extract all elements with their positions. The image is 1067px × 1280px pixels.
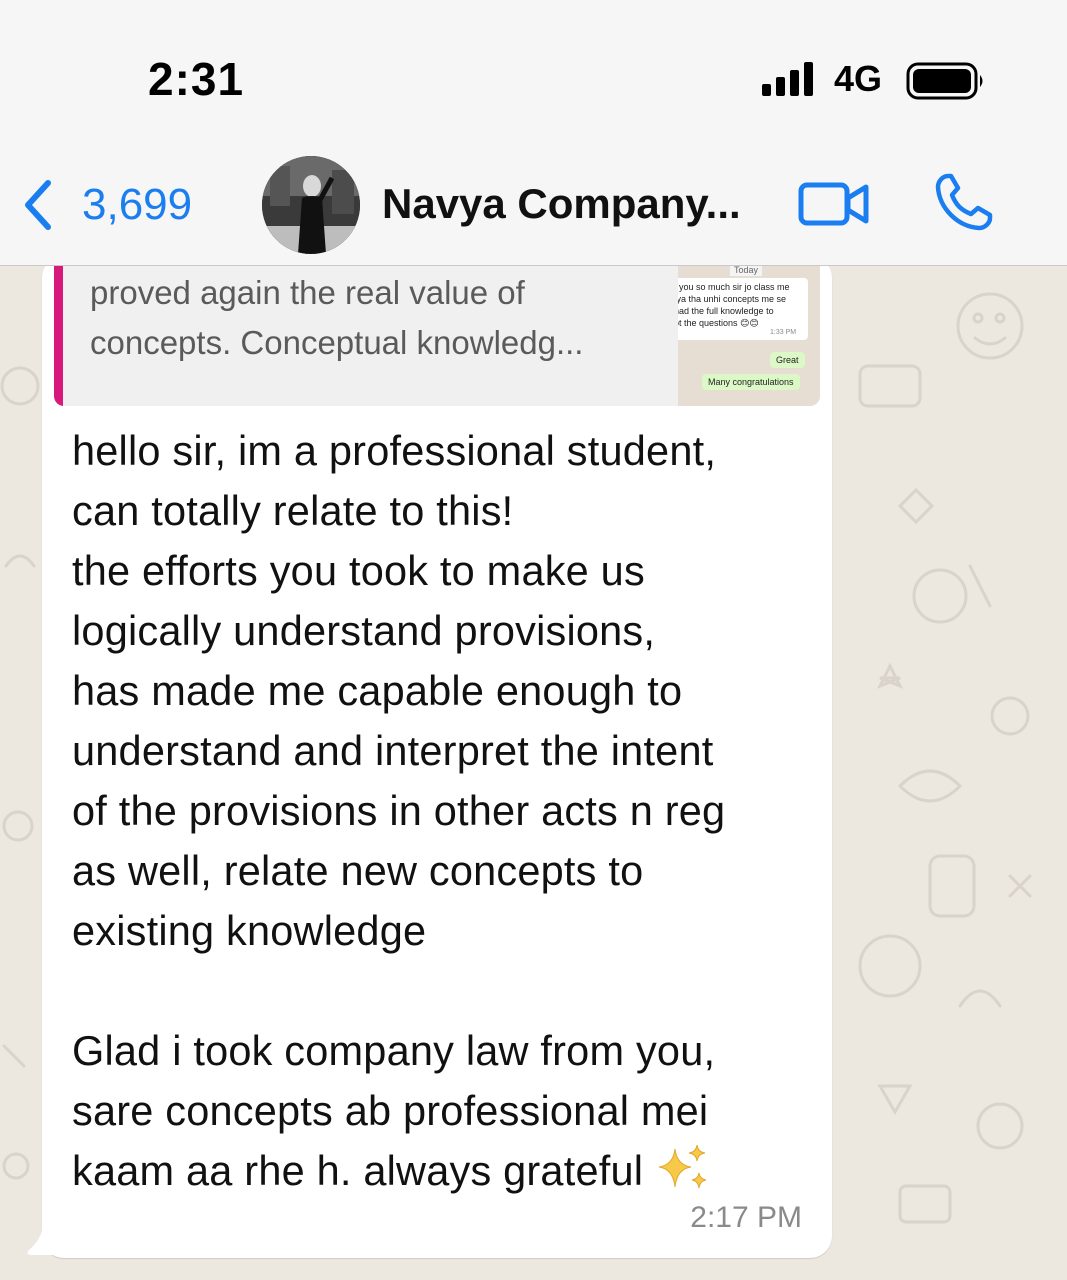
network-type-label: 4G	[834, 58, 883, 99]
message-bubble[interactable]: proved again the real value of concepts.…	[42, 266, 832, 1258]
bubble-tail	[27, 1221, 56, 1255]
thumbnail-text: : you so much sir jo class me	[678, 282, 790, 292]
battery-icon	[906, 62, 983, 100]
quoted-text-line: proved again the real value of	[90, 274, 525, 311]
message-line-last: kaam aa rhe h. always grateful	[72, 1141, 822, 1201]
message-line: logically understand provisions,	[72, 607, 656, 654]
thumbnail-text: had the full knowledge to	[678, 306, 774, 316]
message-line: sare concepts ab professional mei	[72, 1087, 709, 1134]
thumbnail-text: pt the questions 😊😊	[678, 318, 759, 328]
thumbnail-time: 1:33 PM	[770, 329, 797, 336]
video-camera-icon[interactable]	[798, 180, 870, 228]
message-line: existing knowledge	[72, 907, 427, 954]
message-line: hello sir, im a professional student,	[72, 427, 717, 474]
thumbnail-outgoing-bubble: Great	[770, 352, 805, 368]
unread-count: 3,699	[82, 180, 193, 229]
message-line: can totally relate to this!	[72, 487, 514, 534]
message-line	[72, 961, 822, 1021]
thumbnail-text: ıya tha unhi concepts me se	[678, 294, 787, 304]
message-line: as well, relate new concepts to	[72, 847, 644, 894]
quoted-image-thumbnail: Today : you so much sir jo class me ıya …	[678, 266, 820, 406]
status-time: 2:31	[148, 53, 245, 105]
thumbnail-outgoing-bubble: Many congratulations	[702, 374, 800, 390]
message-line: Glad i took company law from you,	[72, 1027, 716, 1074]
phone-icon[interactable]	[934, 172, 994, 232]
sparkles-icon	[659, 1144, 707, 1189]
quoted-message[interactable]: proved again the real value of concepts.…	[54, 266, 820, 406]
avatar[interactable]	[262, 156, 360, 254]
quoted-text-line: concepts. Conceptual knowledg...	[90, 324, 584, 361]
chat-header: 3,699 Navya Company...	[0, 140, 1067, 266]
thumbnail-date-chip: Today	[730, 266, 763, 276]
message-line: of the provisions in other acts n reg	[72, 787, 726, 834]
chat-area[interactable]: proved again the real value of concepts.…	[0, 266, 1067, 1280]
message-text: hello sir, im a professional student, ca…	[72, 421, 822, 1201]
message-line: has made me capable enough to	[72, 667, 683, 714]
message-line-text: kaam aa rhe h. always grateful	[72, 1147, 644, 1194]
cellular-signal-icon	[762, 62, 813, 96]
message-line: the efforts you took to make us	[72, 547, 645, 594]
message-line: understand and interpret the intent	[72, 727, 714, 774]
contact-name[interactable]: Navya Company...	[382, 180, 741, 228]
avatar-photo	[262, 156, 360, 254]
message-timestamp: 2:17 PM	[690, 1201, 802, 1234]
status-bar: 2:31 4G	[0, 0, 1067, 140]
quote-accent-bar	[54, 266, 63, 406]
chevron-left-icon	[25, 180, 51, 230]
back-button[interactable]: 3,699	[18, 175, 192, 235]
thumbnail-incoming-bubble: : you so much sir jo class me ıya tha un…	[678, 278, 808, 340]
